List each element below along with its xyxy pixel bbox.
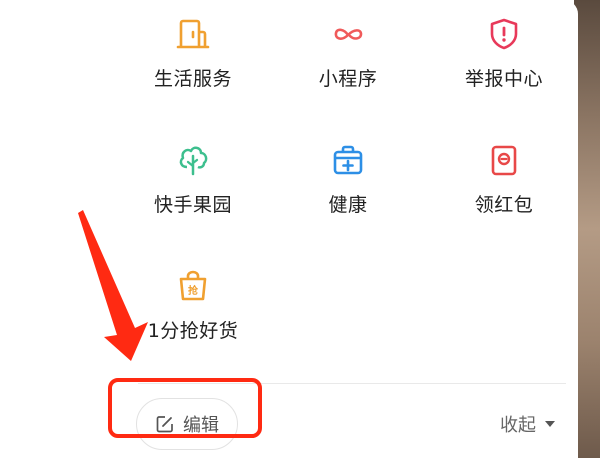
svg-text:抢: 抢 <box>188 284 199 297</box>
report-center-icon <box>490 18 518 50</box>
grid-item-label: 生活服务 <box>153 68 232 90</box>
grid-item-label: 1分抢好货 <box>147 320 239 342</box>
life-service-icon <box>176 19 210 49</box>
grid-item-kuaishou-orchard[interactable]: 快手果园 <box>123 126 263 226</box>
grid-item-red-packet[interactable]: 领红包 <box>434 126 574 226</box>
grid-item-label: 领红包 <box>474 194 534 216</box>
grid-item-mini-program[interactable]: 小程序 <box>278 0 418 100</box>
triangle-down-icon <box>545 421 555 427</box>
more-features-panel: 生活服务 小程序 举报中心 快手果园 健康 领红包 抢 1分抢好货 编辑 收起 <box>0 0 578 458</box>
grid-item-label: 举报中心 <box>464 68 543 90</box>
collapse-button-label: 收起 <box>500 415 536 436</box>
grid-item-grab-goods[interactable]: 抢 1分抢好货 <box>123 252 263 352</box>
grid-item-label: 健康 <box>328 194 368 216</box>
grid-item-health[interactable]: 健康 <box>278 126 418 226</box>
grid-item-label: 小程序 <box>318 68 378 90</box>
grid-item-report-center[interactable]: 举报中心 <box>434 0 574 100</box>
grab-goods-bag-icon: 抢 <box>179 270 207 301</box>
grid-item-life-service[interactable]: 生活服务 <box>123 0 263 100</box>
red-packet-icon <box>491 145 517 176</box>
orchard-tree-icon <box>179 146 208 176</box>
collapse-button[interactable]: 收起 <box>500 410 556 438</box>
health-kit-icon <box>333 145 363 175</box>
grid-item-label: 快手果园 <box>153 194 232 216</box>
mini-program-icon <box>334 28 363 40</box>
annotation-highlight-box <box>108 378 262 438</box>
